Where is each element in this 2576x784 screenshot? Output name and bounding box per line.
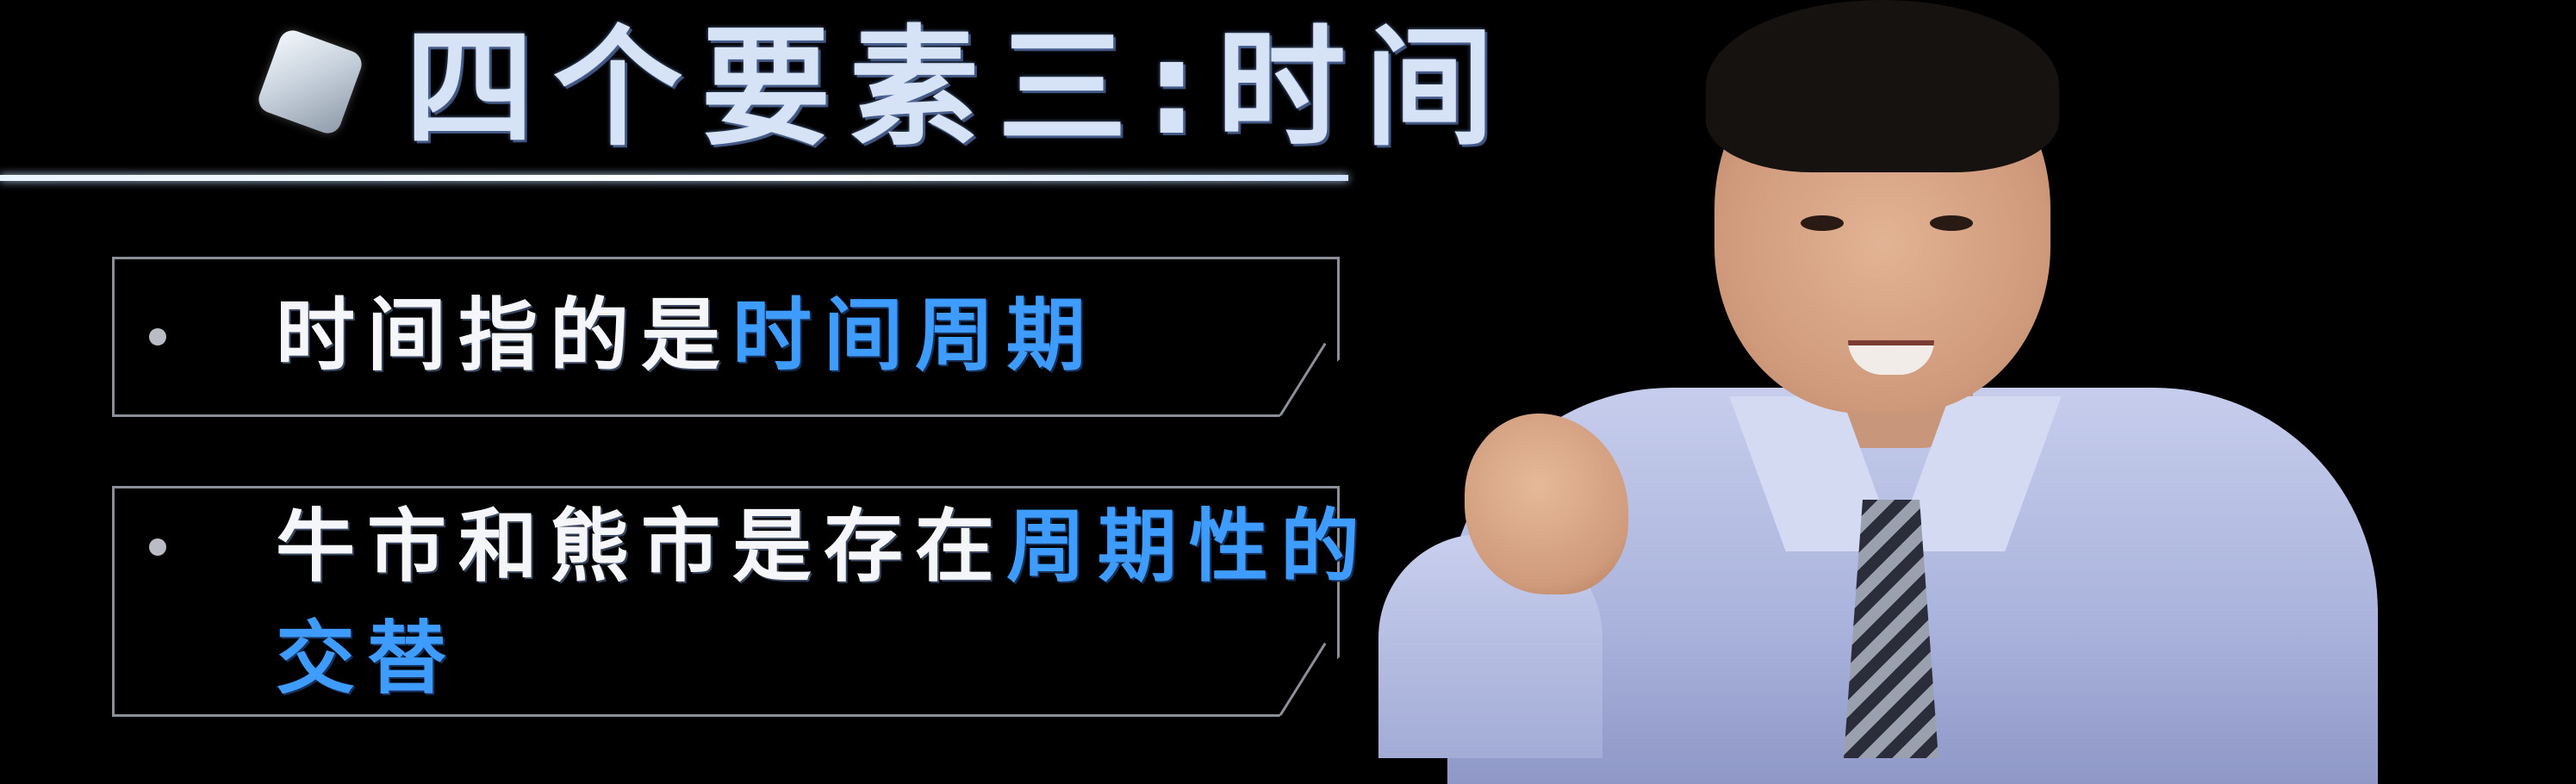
bullet-1-highlight: 时间周期 bbox=[732, 289, 1098, 382]
presenter-eye-left bbox=[1801, 215, 1844, 231]
presenter-video bbox=[1378, 0, 2412, 784]
bullet-dot-icon bbox=[149, 328, 166, 345]
bullet-2-prefix: 牛市和熊市是存在 bbox=[276, 501, 1007, 593]
bullet-dot-icon bbox=[149, 538, 166, 556]
slide: 四个要素三:时间 时间指的是时间周期 牛市和熊市是存在周期性的 交替 bbox=[0, 0, 2576, 784]
bullet-2-text-line2: 交替 bbox=[276, 607, 458, 711]
bullet-2-highlight: 周期性的 bbox=[1006, 501, 1372, 593]
bullet-2-line2-highlight: 交替 bbox=[276, 613, 459, 705]
presenter-hair bbox=[1706, 0, 2059, 172]
slide-title: 四个要素三:时间 bbox=[405, 14, 1513, 164]
bullet-1-prefix: 时间指的是 bbox=[276, 289, 733, 382]
title-underline bbox=[0, 175, 1348, 181]
diamond-icon bbox=[254, 26, 366, 138]
bullet-1-text: 时间指的是时间周期 bbox=[276, 284, 1098, 388]
bullet-2-text-line1: 牛市和熊市是存在周期性的 bbox=[276, 495, 1372, 599]
presenter-eye-right bbox=[1930, 215, 1973, 231]
